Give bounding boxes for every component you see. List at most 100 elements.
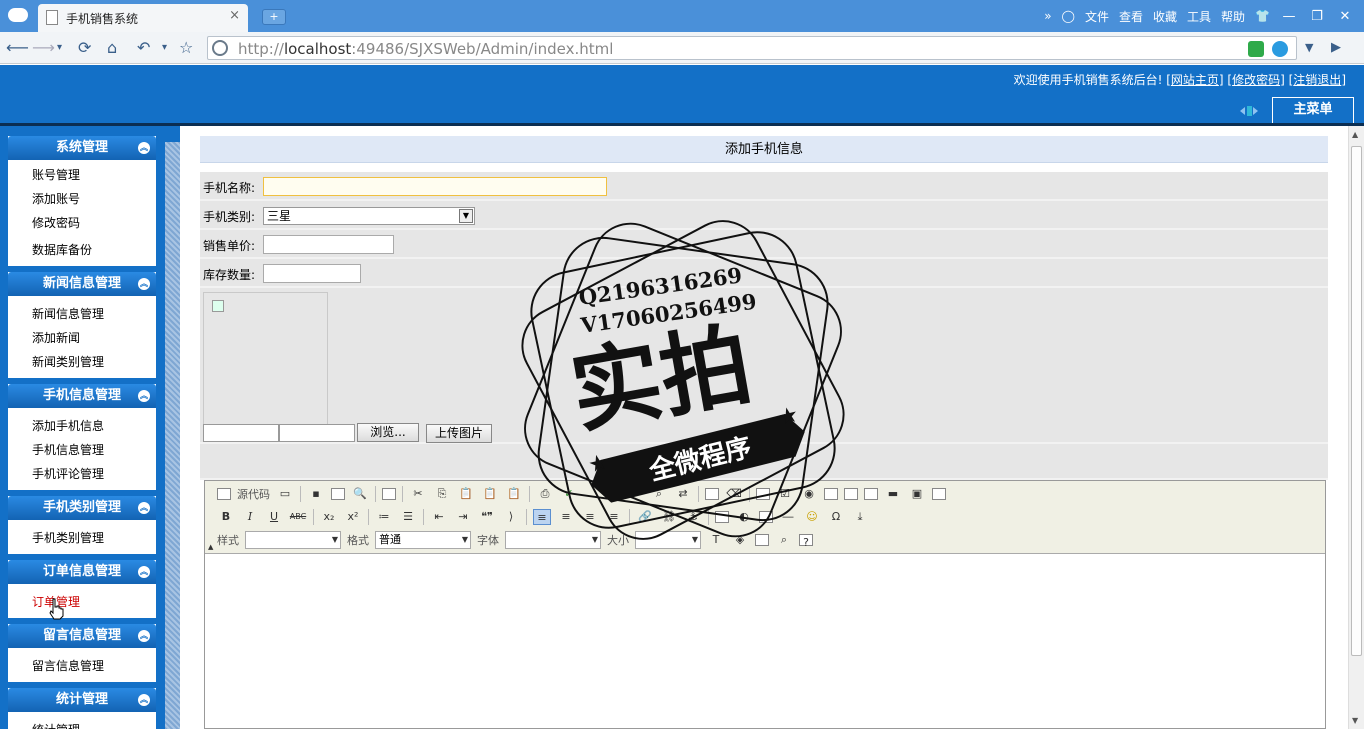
sidebar-item-db-backup[interactable]: 数据库备份 bbox=[8, 238, 156, 262]
superscript-button[interactable]: x² bbox=[344, 509, 362, 525]
phone-name-input[interactable] bbox=[263, 177, 607, 196]
sidebar-item-phone-category-manage[interactable]: 手机类别管理 bbox=[8, 526, 156, 550]
select-field-icon[interactable] bbox=[864, 488, 878, 500]
paste-word-icon[interactable]: 📋 bbox=[505, 486, 523, 502]
url-dropdown-icon[interactable]: ▼ bbox=[1305, 41, 1313, 54]
sidebar-group-header[interactable]: 手机信息管理 ︽ bbox=[8, 384, 156, 408]
textarea-icon[interactable] bbox=[844, 488, 858, 500]
bulleted-list-icon[interactable]: ☰ bbox=[399, 509, 417, 525]
text-color-icon[interactable]: T bbox=[707, 532, 725, 548]
menu-favorites[interactable]: 收藏 bbox=[1153, 8, 1177, 25]
menu-view[interactable]: 查看 bbox=[1119, 8, 1143, 25]
browser-cloud-icon[interactable] bbox=[8, 8, 28, 22]
templates-icon[interactable] bbox=[382, 488, 396, 500]
sidebar-item-change-password[interactable]: 修改密码 bbox=[8, 211, 156, 235]
tab-close-icon[interactable]: × bbox=[229, 8, 240, 23]
bg-color-icon[interactable]: ◈ bbox=[731, 532, 749, 548]
subscript-button[interactable]: x₂ bbox=[320, 509, 338, 525]
skin-icon[interactable]: 👕 bbox=[1255, 9, 1270, 23]
checkbox-icon[interactable]: ☑ bbox=[776, 486, 794, 502]
select-all-icon[interactable] bbox=[705, 488, 719, 500]
preview-icon[interactable]: ▭ bbox=[276, 486, 294, 502]
sidebar-group-header[interactable]: 留言信息管理 ︽ bbox=[8, 624, 156, 648]
image-icon[interactable] bbox=[715, 511, 729, 523]
sidebar-item-phone-comments[interactable]: 手机评论管理 bbox=[8, 462, 156, 486]
sidebar-item-message-manage[interactable]: 留言信息管理 bbox=[8, 654, 156, 678]
ie-icon[interactable] bbox=[1272, 41, 1288, 57]
sidebar-item-stats-manage[interactable]: 统计管理 bbox=[8, 718, 156, 729]
sidebar-item-add-news[interactable]: 添加新闻 bbox=[8, 326, 156, 350]
indent-icon[interactable]: ⇥ bbox=[454, 509, 472, 525]
collapse-icon[interactable]: ︽ bbox=[138, 630, 150, 642]
price-input[interactable] bbox=[263, 235, 394, 254]
about-button[interactable]: ? bbox=[799, 534, 813, 549]
anchor-icon[interactable]: ⚓ bbox=[684, 509, 702, 525]
favorite-star-icon[interactable]: ☆ bbox=[179, 38, 193, 57]
paste-icon[interactable]: 📋 bbox=[457, 486, 475, 502]
show-blocks-icon[interactable]: ⌕ bbox=[775, 532, 793, 548]
undo-dropdown-icon[interactable]: ▾ bbox=[162, 42, 167, 53]
source-icon[interactable] bbox=[217, 488, 231, 500]
save-icon[interactable]: ▪ bbox=[307, 486, 325, 502]
hidden-field-icon[interactable] bbox=[932, 488, 946, 500]
textfield-icon[interactable] bbox=[824, 488, 838, 500]
sidebar-group-header[interactable]: 订单信息管理 ︽ bbox=[8, 560, 156, 584]
vertical-scrollbar[interactable]: ▲ ▼ bbox=[1348, 126, 1364, 729]
radio-icon[interactable]: ◉ bbox=[800, 486, 818, 502]
source-code-button[interactable]: 源代码 bbox=[237, 486, 270, 502]
sidebar-toggle-icon[interactable] bbox=[1240, 105, 1258, 117]
collapse-icon[interactable]: ︽ bbox=[138, 694, 150, 706]
minimize-button[interactable]: — bbox=[1280, 9, 1298, 24]
paste-text-icon[interactable]: 📋 bbox=[481, 486, 499, 502]
menu-file[interactable]: 文件 bbox=[1085, 8, 1109, 25]
collapse-icon[interactable]: ︽ bbox=[138, 566, 150, 578]
forward-icon[interactable]: ⟶ bbox=[32, 38, 55, 57]
close-window-button[interactable]: ✕ bbox=[1336, 9, 1354, 24]
browse-button[interactable]: 浏览... bbox=[357, 423, 419, 442]
collapse-icon[interactable]: ︽ bbox=[138, 142, 150, 154]
menu-help[interactable]: 帮助 bbox=[1221, 8, 1245, 25]
home-icon[interactable]: ⌂ bbox=[107, 38, 117, 57]
user-icon[interactable]: ◯ bbox=[1062, 9, 1075, 23]
align-left-icon[interactable]: ≡ bbox=[533, 509, 551, 525]
sidebar-splitter[interactable] bbox=[164, 126, 180, 729]
strike-button[interactable]: ABC bbox=[289, 509, 307, 525]
logout-link[interactable]: 注销退出 bbox=[1293, 73, 1341, 87]
go-icon[interactable]: ▶ bbox=[1331, 40, 1341, 55]
share-icon[interactable] bbox=[1248, 41, 1264, 57]
size-dropdown[interactable]: ▼ bbox=[635, 531, 701, 549]
remove-format-icon[interactable]: ⌫ bbox=[725, 486, 743, 502]
print-preview-icon[interactable]: 🔍 bbox=[351, 486, 369, 502]
file-path-field[interactable] bbox=[203, 424, 279, 442]
horizontal-rule-icon[interactable]: ― bbox=[779, 509, 797, 525]
button-field-icon[interactable]: ▬ bbox=[884, 486, 902, 502]
align-justify-icon[interactable]: ≡ bbox=[605, 509, 623, 525]
print-icon[interactable]: ⎙ bbox=[536, 486, 554, 502]
site-home-link[interactable]: 网站主页 bbox=[1171, 73, 1219, 87]
maximize-icon[interactable] bbox=[755, 534, 769, 546]
sidebar-item-news-category[interactable]: 新闻类别管理 bbox=[8, 350, 156, 374]
main-menu-tab[interactable]: 主菜单 bbox=[1272, 97, 1354, 123]
undo-icon[interactable]: ↶ bbox=[137, 38, 150, 57]
phone-category-select[interactable]: 三星 ▼ bbox=[263, 207, 475, 225]
page-break-icon[interactable]: ⤓ bbox=[851, 509, 869, 525]
spellcheck-icon[interactable]: ✓ bbox=[560, 486, 578, 502]
collapse-icon[interactable]: ︽ bbox=[138, 502, 150, 514]
scroll-down-icon[interactable]: ▼ bbox=[1352, 716, 1358, 725]
collapse-icon[interactable]: ︽ bbox=[138, 278, 150, 290]
dropdown-arrow-icon[interactable]: ▼ bbox=[459, 209, 473, 223]
upload-image-button[interactable]: 上传图片 bbox=[426, 424, 492, 443]
refresh-icon[interactable]: ⟳ bbox=[78, 38, 91, 57]
outdent-icon[interactable]: ⇤ bbox=[430, 509, 448, 525]
scroll-up-icon[interactable]: ▲ bbox=[1352, 130, 1358, 139]
menu-tools[interactable]: 工具 bbox=[1187, 8, 1211, 25]
sidebar-item-add-account[interactable]: 添加账号 bbox=[8, 187, 156, 211]
style-dropdown[interactable]: ▼ bbox=[245, 531, 341, 549]
align-center-icon[interactable]: ≡ bbox=[557, 509, 575, 525]
underline-button[interactable]: U bbox=[265, 509, 283, 525]
toolbar-collapse-icon[interactable]: ▲ bbox=[208, 543, 213, 551]
unlink-icon[interactable]: ⛓ bbox=[660, 509, 678, 525]
collapse-icon[interactable]: ︽ bbox=[138, 390, 150, 402]
sidebar-group-header[interactable]: 手机类别管理 ︽ bbox=[8, 496, 156, 520]
numbered-list-icon[interactable]: ≔ bbox=[375, 509, 393, 525]
